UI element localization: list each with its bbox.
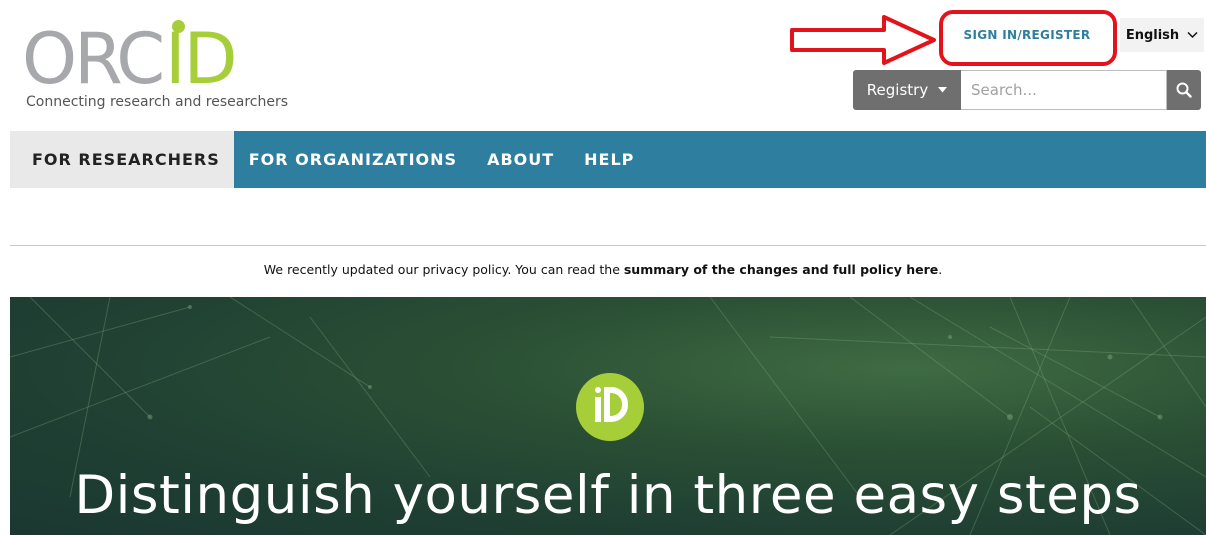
logo-id-text: ID — [165, 18, 238, 100]
registry-label: Registry — [866, 81, 929, 99]
orcid-id-icon — [576, 373, 644, 441]
search-icon — [1176, 82, 1192, 98]
privacy-notice-text: We recently updated our privacy policy. … — [263, 262, 624, 277]
chevron-down-icon — [1187, 29, 1198, 42]
caret-down-icon — [938, 85, 948, 96]
divider — [10, 245, 1206, 246]
nav-help[interactable]: HELP — [569, 131, 649, 188]
hero-title: Distinguish yourself in three easy steps — [74, 465, 1142, 526]
logo-wordmark: ORC ID — [22, 18, 252, 100]
privacy-notice: We recently updated our privacy policy. … — [0, 262, 1206, 277]
language-select[interactable]: English — [1120, 18, 1204, 52]
privacy-notice-end: . — [938, 262, 943, 277]
search-button[interactable] — [1167, 70, 1201, 110]
main-nav: FOR RESEARCHERS FOR ORGANIZATIONS ABOUT … — [10, 131, 1206, 188]
nav-for-researchers[interactable]: FOR RESEARCHERS — [10, 131, 234, 188]
language-label: English — [1125, 27, 1180, 43]
nav-about[interactable]: ABOUT — [472, 131, 569, 188]
sign-in-register-link[interactable]: SIGN IN/REGISTER — [947, 28, 1107, 42]
search-bar: Registry — [853, 70, 1201, 110]
privacy-policy-link[interactable]: summary of the changes and full policy h… — [624, 262, 938, 277]
logo-orc-text: ORC — [22, 18, 165, 100]
nav-for-organizations[interactable]: FOR ORGANIZATIONS — [234, 131, 472, 188]
orcid-logo[interactable]: ORC ID Connecting research and researche… — [22, 18, 288, 110]
logo-tagline: Connecting research and researchers — [26, 94, 289, 110]
search-input[interactable] — [961, 70, 1167, 110]
annotation-arrow-icon — [790, 15, 936, 65]
hero-banner: Distinguish yourself in three easy steps — [10, 297, 1206, 535]
registry-dropdown[interactable]: Registry — [853, 70, 961, 110]
